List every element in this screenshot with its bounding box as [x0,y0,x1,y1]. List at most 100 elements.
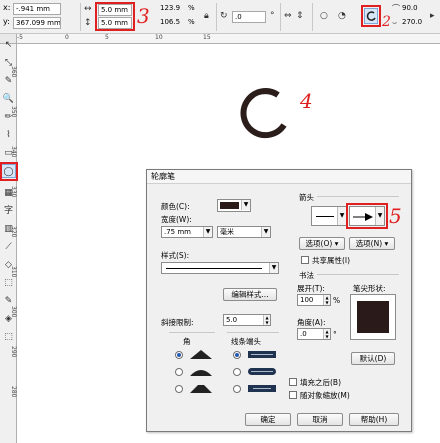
chevron-down-icon: ▼ [261,227,270,237]
height-icon: ↕ [84,18,92,28]
start-angle-icon: ⌒ [392,4,400,13]
ruler-tick: 290 [10,346,17,358]
chevron-down-icon: ▼ [203,227,212,237]
degree-icon: ° [270,11,275,21]
annotation-4: 4 [300,89,313,113]
spinner-icon[interactable]: ▲ ▼ [323,329,330,339]
edit-style-button[interactable]: 编辑样式... [223,288,277,301]
scale-with-image-checkbox[interactable] [289,391,297,399]
ok-button[interactable]: 确定 [245,413,291,426]
annotation-box-2 [361,5,381,27]
more-icon[interactable]: ▸ [430,10,435,22]
stretch-percent: % [333,296,341,305]
group-divider [227,332,279,333]
nib-shape-square [357,301,389,333]
cap-butt-radio[interactable] [233,351,241,359]
scale-x-value[interactable]: 123.9 [160,3,180,14]
end-angle-icon: ⌣ [392,18,398,27]
corner-miter-radio[interactable] [175,351,183,359]
group-divider [317,196,399,197]
lock-ratio-icon[interactable]: 🔒︎ [204,10,209,22]
angle-degree: ° [333,330,337,339]
corner-bevel-icon [190,385,212,393]
text-tool-icon[interactable]: 字 [1,204,16,218]
help-button[interactable]: 帮助(H) [349,413,399,426]
corner-round-radio[interactable] [175,368,183,376]
annotation-box-3 [95,2,135,31]
annotation-3: 3 [137,4,150,28]
mirror-horizontal-icon[interactable]: ⇔ [284,10,292,22]
cap-round-radio[interactable] [233,368,241,376]
arc-shape[interactable] [234,81,298,145]
style-preview-line [166,268,262,269]
polygon-tool-icon[interactable]: ▦ [1,186,16,200]
corner-miter-icon [190,350,212,359]
width-select[interactable]: .75 mm ▼ [161,226,213,238]
y-position-field[interactable]: 367.099 mm [13,17,61,29]
rotation-field[interactable]: .0 [232,11,266,23]
smart-fill-tool-icon[interactable]: ⌇ [1,128,16,142]
separator [80,3,81,31]
nib-shape-preview[interactable] [350,294,396,340]
cap-square-radio[interactable] [233,385,241,393]
corner-bevel-radio[interactable] [175,385,183,393]
mirror-vertical-icon[interactable]: ⇕ [296,10,304,22]
behind-fill-label: 填充之后(B) [300,378,341,387]
ruler-tick: 15 [203,34,211,41]
x-position-field[interactable]: -.941 mm [13,3,61,15]
chevron-down-icon: ▼ [337,207,346,225]
connector-tool-icon[interactable]: ◇ [1,258,16,272]
interactive-tool-icon[interactable]: ⬚ [1,276,16,290]
cancel-button[interactable]: 取消 [297,413,343,426]
unit-select-value: 毫米 [220,228,234,236]
share-attributes-checkbox[interactable] [301,256,309,264]
zoom-tool-icon[interactable]: 🔍 [1,92,16,106]
eyedropper-tool-icon[interactable]: ✎ [1,294,16,308]
chevron-down-icon: ▼ [269,263,278,273]
outline-pen-dialog: 轮廓笔 颜色(C): ▼ 宽度(W): .75 mm ▼ 毫米 ▼ 样式(S):… [146,169,412,432]
start-angle-value[interactable]: 90.0 [402,3,418,14]
spinner-icon[interactable]: ▲ ▼ [263,315,270,325]
behind-fill-checkbox[interactable] [289,378,297,386]
width-label: 宽度(W): [161,215,192,224]
ruler-tick: -5 [17,34,23,41]
crop-tool-icon[interactable]: ✎ [1,74,16,88]
angle-label: 角度(A): [297,318,326,327]
unit-select[interactable]: 毫米 ▼ [217,226,271,238]
ruler-tick: 280 [10,386,17,398]
separator [280,3,281,31]
group-divider [317,274,399,275]
end-angle-value[interactable]: 270.0 [402,17,422,28]
angle-value: .0 [300,330,307,338]
angle-field[interactable]: .0 ▲ ▼ [297,328,331,340]
arrow-options-right-label: 选项(N) [355,239,383,248]
ellipse-icon[interactable]: ○ [320,10,328,22]
shape-tool-icon[interactable]: ⤡ [1,56,16,70]
ruler-tick: 0 [65,34,69,41]
arrow-options-left-button[interactable]: 选项(O) ▾ [299,237,345,250]
scale-y-value[interactable]: 106.5 [160,17,180,28]
fill-tool-icon[interactable]: ⬚ [1,330,16,344]
miter-field[interactable]: 5.0 ▲ ▼ [223,314,271,326]
miter-label: 斜接限制: [161,318,194,327]
pie-icon[interactable]: ◔ [338,10,346,22]
width-icon: ↔ [84,4,92,14]
y-label: y: [3,17,10,26]
stretch-field[interactable]: 100 ▲ ▼ [297,294,331,306]
arrow-options-right-button[interactable]: 选项(N) ▾ [349,237,395,250]
outline-tool-icon[interactable]: ◈ [1,312,16,326]
color-picker[interactable]: ▼ [217,199,251,212]
start-arrow-select[interactable]: ▼ [311,206,347,226]
dimension-tool-icon[interactable]: ⟋ [1,240,16,254]
rectangle-tool-icon[interactable]: ▭ [1,146,16,160]
style-select[interactable]: ▼ [161,262,279,274]
corner-round-icon [190,370,212,376]
style-label: 样式(S): [161,251,190,260]
cap-square-icon [248,385,276,392]
ruler-horizontal[interactable]: -5 0 5 10 15 [17,34,440,44]
spinner-icon[interactable]: ▲ ▼ [323,295,330,305]
default-button[interactable]: 默认(D) [351,352,395,365]
table-tool-icon[interactable]: ▥ [1,222,16,236]
freehand-tool-icon[interactable]: ✏ [1,110,16,124]
pick-tool-icon[interactable]: ↖ [1,38,16,52]
